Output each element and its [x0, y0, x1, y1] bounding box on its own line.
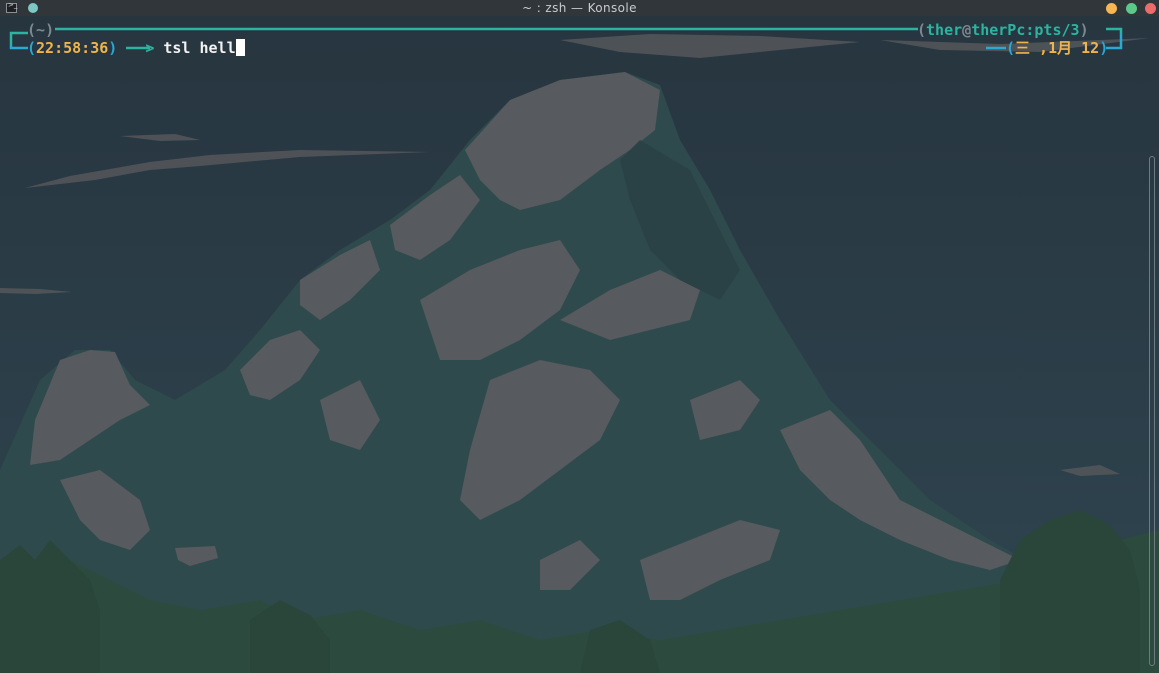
mountain-wallpaper [0, 16, 1159, 673]
user-name: ther [926, 21, 963, 39]
prompt-arrow: > [145, 39, 155, 57]
at-sign: @ [962, 21, 972, 39]
window-titlebar[interactable]: >_ ~ : zsh — Konsole [0, 0, 1159, 16]
scrollbar[interactable] [1149, 156, 1155, 666]
host-name: therPc [971, 21, 1026, 39]
paren-close: ) [45, 21, 55, 39]
text-cursor [235, 39, 245, 56]
prompt-line-1-left: (~) [27, 21, 54, 39]
prompt-time: 22:58:36 [36, 39, 109, 57]
prompt-date: 三 ,1月 12 [1015, 39, 1100, 57]
window-title: ~ : zsh — Konsole [522, 1, 637, 15]
minimize-button[interactable] [1106, 3, 1117, 14]
prompt-line-1-right: (ther@therPc:pts/3) [917, 21, 1089, 39]
paren-open: ( [27, 21, 37, 39]
terminal-area[interactable]: (~) (ther@therPc:pts/3) (22:58:36) > tsl … [0, 16, 1159, 673]
cwd-label: ~ [36, 21, 46, 39]
command-input[interactable]: tsl hell [163, 39, 235, 57]
tty-label: :pts/3 [1025, 21, 1080, 39]
prompt-line-2-right: (三 ,1月 12) [1006, 39, 1109, 57]
prompt-line-2-left[interactable]: (22:58:36) > tsl hell [27, 39, 245, 57]
close-button[interactable] [1145, 3, 1156, 14]
maximize-button[interactable] [1126, 3, 1137, 14]
